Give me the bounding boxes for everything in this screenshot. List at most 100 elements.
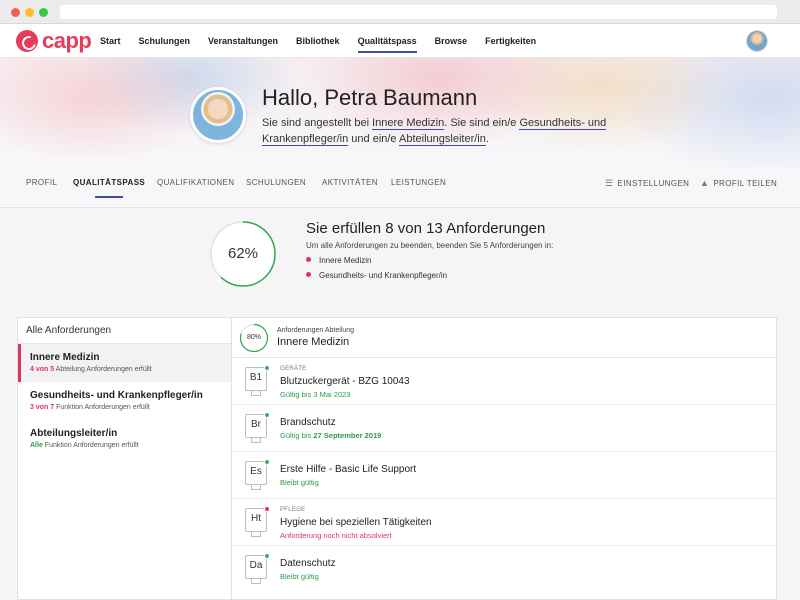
requirement-status: Bleibt gültig: [280, 478, 319, 487]
requirement-badge: B1: [245, 367, 267, 391]
sidebar-item-meta: Alle Funktion Anforderungen erfüllt: [30, 440, 231, 451]
status-dot-ok: [264, 553, 270, 559]
requirement-status: Anforderung noch nicht absolviert: [280, 531, 392, 540]
tab-schulungen[interactable]: SCHULUNGEN: [246, 168, 306, 198]
summary-title: Sie erfüllen 8 von 13 Anforderungen: [306, 220, 546, 237]
bullet-icon: [306, 272, 311, 277]
app-logo[interactable]: capp: [16, 28, 92, 53]
window-close-dot[interactable]: [11, 8, 20, 17]
sidebar-item-title: Gesundheits- und Krankenpfleger/in: [30, 390, 203, 401]
profile-avatar: [190, 87, 246, 143]
requirement-status: Gültig bis 3 Mai 2023: [280, 390, 350, 399]
profile-tabs: PROFIL QUALITÄTSPASS QUALIFIKATIONEN SCH…: [0, 168, 800, 208]
nav-bibliothek[interactable]: Bibliothek: [296, 24, 340, 58]
settings-button[interactable]: ☰ EINSTELLUNGEN: [605, 168, 689, 198]
department-link[interactable]: Innere Medizin: [372, 117, 445, 130]
summary-subtitle: Um alle Anforderungen zu beenden, beende…: [306, 241, 554, 250]
requirement-badge: Br: [245, 414, 267, 438]
browser-chrome: [0, 0, 800, 24]
requirement-title: Blutzuckergerät - BZG 10043: [280, 376, 410, 387]
sidebar-item-innere-medizin[interactable]: Innere Medizin 4 von 5 Abteilung Anforde…: [18, 344, 231, 382]
status-dot-ok: [264, 412, 270, 418]
employment-text: .: [485, 133, 489, 145]
sidebar-item-count: 3 von 7: [30, 404, 55, 411]
nav-browse[interactable]: Browse: [435, 24, 468, 58]
employment-text: und ein/e: [348, 133, 400, 145]
detail-title: Innere Medizin: [277, 336, 350, 348]
sidebar-item-desc: Funktion Anforderungen erfüllt: [42, 442, 139, 449]
requirement-title: Brandschutz: [280, 417, 336, 428]
tab-profil[interactable]: PROFIL: [26, 168, 57, 198]
sidebar-item-meta: 4 von 5 Abteilung Anforderungen erfüllt: [30, 364, 231, 375]
requirement-badge: Es: [245, 461, 267, 485]
requirement-row[interactable]: Es Erste Hilfe - Basic Life Support Blei…: [232, 452, 776, 499]
top-navigation: capp Start Schulungen Veranstaltungen Bi…: [0, 24, 800, 58]
status-dot-missing: [264, 506, 270, 512]
progress-percent: 62%: [227, 245, 259, 262]
nav-start[interactable]: Start: [100, 24, 121, 58]
sidebar-item-title: Abteilungsleiter/in: [30, 428, 118, 439]
employment-text: . Sie sind ein/e: [444, 117, 520, 129]
sidebar-item-count: Alle: [30, 442, 43, 449]
nav-schulungen[interactable]: Schulungen: [139, 24, 191, 58]
sliders-icon: ☰: [605, 178, 614, 188]
requirements-sidebar: Alle Anforderungen Innere Medizin 4 von …: [17, 317, 231, 600]
tab-leistungen[interactable]: LEISTUNGEN: [391, 168, 446, 198]
summary-item-label: Innere Medizin: [319, 256, 372, 265]
requirement-badge: Ht: [245, 508, 267, 532]
requirement-row[interactable]: Br Brandschutz Gültig bis 27 September 2…: [232, 405, 776, 452]
requirement-status: Gültig bis 27 September 2019: [280, 431, 381, 440]
requirement-title: Erste Hilfe - Basic Life Support: [280, 464, 417, 475]
sidebar-item-title: Innere Medizin: [30, 352, 100, 363]
logo-text: capp: [42, 28, 92, 53]
tab-qualitaetspass[interactable]: QUALITÄTSPASS: [73, 168, 145, 198]
requirement-row[interactable]: Ht PFLEGE Hygiene bei speziellen Tätigke…: [232, 499, 776, 546]
logo-icon: [16, 30, 38, 52]
requirement-category: PFLEGE: [280, 507, 306, 513]
status-dot-ok: [264, 459, 270, 465]
settings-label: EINSTELLUNGEN: [617, 179, 690, 188]
requirement-row[interactable]: Da Datenschutz Bleibt gültig: [232, 546, 776, 593]
status-date: 3 Mai 2023: [313, 390, 351, 399]
nav-fertigkeiten[interactable]: Fertigkeiten: [485, 24, 536, 58]
tab-aktivitaeten[interactable]: AKTIVITÄTEN: [322, 168, 378, 198]
greeting: Hallo, Petra Baumann: [262, 85, 478, 110]
requirement-title: Datenschutz: [280, 558, 336, 569]
sidebar-item-meta: 3 von 7 Funktion Anforderungen erfüllt: [30, 402, 231, 413]
sidebar-item-desc: Funktion Anforderungen erfüllt: [54, 404, 150, 411]
detail-header: 80% Anforderungen Abteilung Innere Mediz…: [232, 318, 776, 358]
detail-subtitle: Anforderungen Abteilung: [277, 327, 355, 334]
window-maximize-dot[interactable]: [39, 8, 48, 17]
address-bar[interactable]: [60, 5, 777, 19]
nav-qualitaetspass[interactable]: Qualitätspass: [357, 24, 417, 58]
window-minimize-dot[interactable]: [25, 8, 34, 17]
requirements-detail: 80% Anforderungen Abteilung Innere Mediz…: [231, 317, 777, 600]
requirement-category: GERÄTE: [280, 366, 307, 372]
requirement-badge: Da: [245, 555, 267, 579]
summary-item: Innere Medizin: [306, 256, 371, 265]
summary-item-label: Gesundheits- und Krankenpfleger/in: [319, 271, 448, 280]
employment-text: Sie sind angestellt bei: [262, 117, 373, 129]
department-percent: 80%: [246, 334, 261, 341]
user-avatar-menu[interactable]: [746, 30, 768, 52]
requirement-title: Hygiene bei speziellen Tätigkeiten: [280, 517, 432, 528]
main-nav: Start Schulungen Veranstaltungen Bibliot…: [100, 24, 554, 58]
role-link-head[interactable]: Abteilungsleiter/in: [399, 133, 486, 146]
sidebar-item-krankenpfleger[interactable]: Gesundheits- und Krankenpfleger/in 3 von…: [18, 382, 231, 420]
status-date: 27 September 2019: [313, 431, 382, 440]
sidebar-item-desc: Abteilung Anforderungen erfüllt: [54, 366, 152, 373]
status-dot-ok: [264, 365, 270, 371]
sidebar-header[interactable]: Alle Anforderungen: [18, 318, 231, 344]
employment-info: Sie sind angestellt bei Innere Medizin. …: [262, 115, 612, 147]
nav-veranstaltungen[interactable]: Veranstaltungen: [208, 24, 278, 58]
share-label: PROFIL TEILEN: [713, 179, 778, 188]
sidebar-item-abteilungsleiter[interactable]: Abteilungsleiter/in Alle Funktion Anford…: [18, 420, 231, 458]
share-profile-button[interactable]: ▲ PROFIL TEILEN: [700, 168, 777, 198]
status-text: Gültig bis: [280, 431, 314, 440]
profile-hero: [0, 58, 800, 168]
summary-item: Gesundheits- und Krankenpfleger/in: [306, 271, 447, 280]
sidebar-item-count: 4 von 5: [30, 366, 55, 373]
share-icon: ▲: [700, 178, 710, 188]
tab-qualifikationen[interactable]: QUALIFIKATIONEN: [157, 168, 234, 198]
requirement-row[interactable]: B1 GERÄTE Blutzuckergerät - BZG 10043 Gü…: [232, 358, 776, 405]
